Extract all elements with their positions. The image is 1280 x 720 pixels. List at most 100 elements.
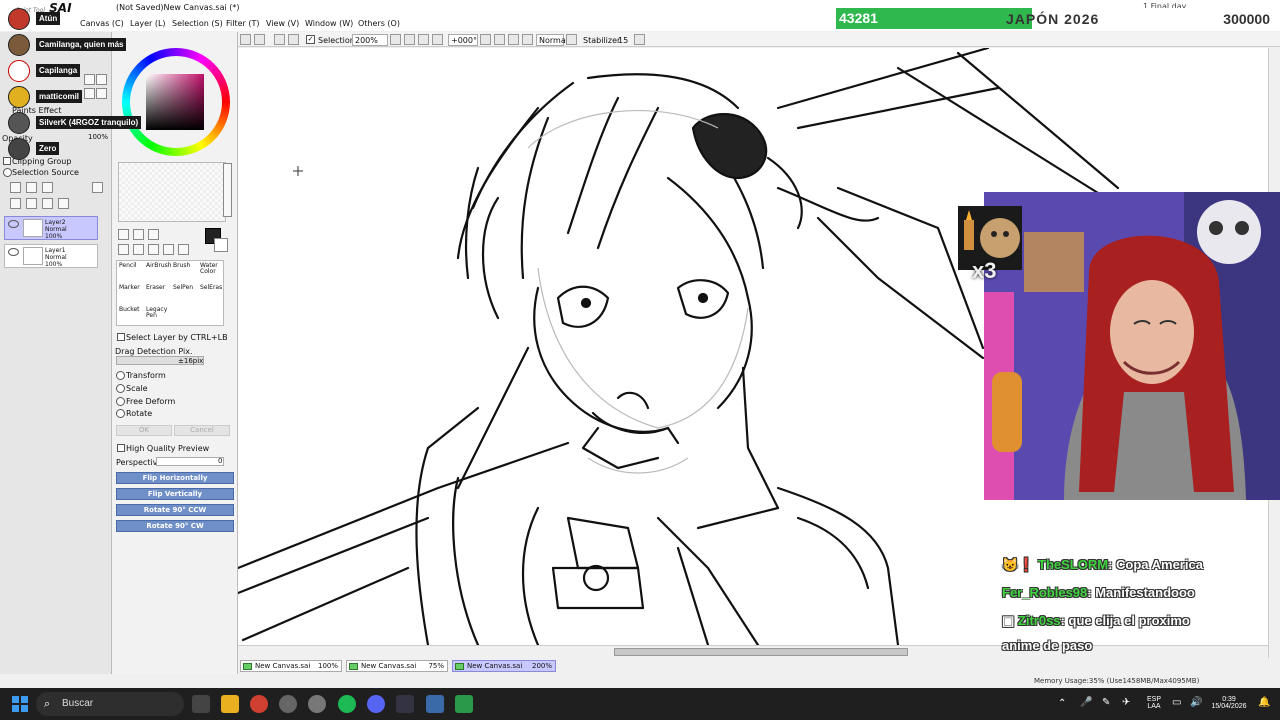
scratchpad[interactable] xyxy=(118,162,226,222)
eyedropper-icon[interactable] xyxy=(178,244,189,255)
scratchpad-scrollbar[interactable] xyxy=(223,163,232,217)
zoom-out-button[interactable] xyxy=(390,34,401,45)
high-quality-checkbox[interactable] xyxy=(117,444,125,452)
new-layer-set-icon[interactable] xyxy=(26,182,37,193)
flip-view-button[interactable] xyxy=(522,34,533,45)
scrollbar-thumb[interactable] xyxy=(614,648,908,656)
menu-canvas[interactable]: Canvas (C) xyxy=(80,19,124,28)
perspective-slider[interactable] xyxy=(156,457,224,466)
zoom-in-button[interactable] xyxy=(404,34,415,45)
color-wheel[interactable] xyxy=(122,48,230,156)
document-tab[interactable]: New Canvas.sai 100% xyxy=(240,660,342,672)
ok-button[interactable]: OK xyxy=(116,425,172,436)
deselect-button[interactable] xyxy=(274,34,285,45)
invert-selection-button[interactable] xyxy=(288,34,299,45)
settings-icon[interactable] xyxy=(279,695,297,713)
rotation-field[interactable]: +000° xyxy=(448,34,478,46)
clear-layer-icon[interactable] xyxy=(42,198,53,209)
menu-window[interactable]: Window (W) xyxy=(305,19,353,28)
redo-button[interactable] xyxy=(254,34,265,45)
hand-icon[interactable] xyxy=(163,244,174,255)
zoom-fit-button[interactable] xyxy=(418,34,429,45)
tool-pencil[interactable]: Pencil xyxy=(117,261,144,283)
app-icon[interactable] xyxy=(426,695,444,713)
secondary-color-swatch[interactable] xyxy=(214,238,228,252)
language-indicator[interactable]: ESP LAA xyxy=(1144,696,1164,710)
volume-icon[interactable]: 🔊 xyxy=(1190,697,1202,708)
obs-icon[interactable] xyxy=(308,695,326,713)
tool-legacy-pen[interactable]: Legacy Pen xyxy=(144,305,171,327)
menu-selection[interactable]: Selection (S) xyxy=(172,19,223,28)
stabilizer-value[interactable]: 15 xyxy=(618,36,628,45)
new-layer-icon[interactable] xyxy=(10,182,21,193)
menu-others[interactable]: Others (O) xyxy=(358,19,400,28)
tool-watercolor[interactable]: Water Color xyxy=(198,261,225,283)
clock[interactable]: 0:39 15/04/2026 xyxy=(1208,696,1250,710)
windows-start-icon[interactable] xyxy=(12,696,28,712)
display-icon[interactable]: ▭ xyxy=(1172,697,1181,708)
tool-marker[interactable]: Marker xyxy=(117,283,144,305)
tool-seleras[interactable]: SelEras xyxy=(198,283,225,305)
tool-selpen[interactable]: SelPen xyxy=(171,283,198,305)
scale-radio[interactable] xyxy=(116,384,125,393)
move-icon[interactable] xyxy=(118,244,129,255)
app-icon[interactable] xyxy=(396,695,414,713)
horizontal-scrollbar[interactable] xyxy=(238,645,1268,657)
panel-button[interactable] xyxy=(96,74,107,85)
select-layer-checkbox[interactable] xyxy=(117,333,125,341)
rotate-radio[interactable] xyxy=(116,409,125,418)
selection-checkbox[interactable]: ✓ xyxy=(306,35,315,44)
discord-icon[interactable] xyxy=(367,695,385,713)
magic-wand-icon[interactable] xyxy=(148,229,159,240)
task-view-icon[interactable] xyxy=(192,695,210,713)
menu-view[interactable]: View (V) xyxy=(266,19,299,28)
folder-icon[interactable] xyxy=(42,182,53,193)
transfer-down-icon[interactable] xyxy=(10,198,21,209)
tool-airbrush[interactable]: AirBrush xyxy=(144,261,172,283)
panel-button[interactable] xyxy=(84,74,95,85)
eye-icon[interactable] xyxy=(8,220,19,228)
tool-eraser[interactable]: Eraser xyxy=(144,283,171,305)
flip-horizontally-button[interactable]: Flip Horizontally xyxy=(116,472,234,484)
tool-brush[interactable]: Brush xyxy=(171,261,198,283)
eye-icon[interactable] xyxy=(8,248,19,256)
chrome-icon[interactable] xyxy=(250,695,268,713)
rotate-right-button[interactable] xyxy=(494,34,505,45)
blend-mode-dropdown[interactable] xyxy=(566,34,577,45)
merge-down-icon[interactable] xyxy=(26,198,37,209)
taskbar-search[interactable]: ⌕ Buscar xyxy=(36,692,184,716)
color-saturation-square[interactable] xyxy=(146,74,204,130)
clipping-group-checkbox[interactable] xyxy=(3,157,11,165)
transform-radio[interactable] xyxy=(116,371,125,380)
paint-tool-sai-icon[interactable] xyxy=(455,695,473,713)
zoom-field[interactable]: 200% xyxy=(352,34,388,46)
blend-mode-select[interactable]: Normal xyxy=(536,34,568,46)
rotate-left-button[interactable] xyxy=(480,34,491,45)
layer-row[interactable]: Layer1 Normal 100% xyxy=(4,244,98,268)
lasso-icon[interactable] xyxy=(133,229,144,240)
flip-vertically-button[interactable]: Flip Vertically xyxy=(116,488,234,500)
opacity-value[interactable]: 100% xyxy=(88,133,108,141)
tray-chevron-icon[interactable]: ⌃ xyxy=(1058,698,1066,709)
select-rect-icon[interactable] xyxy=(118,229,129,240)
document-tab[interactable]: New Canvas.sai 75% xyxy=(346,660,448,672)
panel-button[interactable] xyxy=(96,88,107,99)
free-deform-radio[interactable] xyxy=(116,397,125,406)
rotate-ccw-button[interactable]: Rotate 90° CCW xyxy=(116,504,234,516)
stabilizer-dropdown[interactable] xyxy=(634,34,645,45)
pen-icon[interactable]: ✎ xyxy=(1102,697,1110,708)
microphone-icon[interactable]: 🎤 xyxy=(1080,697,1092,708)
cancel-button[interactable]: Cancel xyxy=(174,425,230,436)
menu-filter[interactable]: Filter (T) xyxy=(226,19,259,28)
spotify-icon[interactable] xyxy=(338,695,356,713)
network-icon[interactable]: ✈ xyxy=(1122,697,1130,708)
notification-icon[interactable]: 🔔 xyxy=(1258,697,1270,708)
delete-layer-icon[interactable] xyxy=(58,198,69,209)
close-panel-icon[interactable] xyxy=(92,182,103,193)
zoom-reset-button[interactable] xyxy=(432,34,443,45)
document-tab-active[interactable]: New Canvas.sai 200% xyxy=(452,660,556,672)
tool-bucket[interactable]: Bucket xyxy=(117,305,144,327)
menu-layer[interactable]: Layer (L) xyxy=(130,19,166,28)
undo-button[interactable] xyxy=(240,34,251,45)
layer-row[interactable]: Layer2 Normal 100% xyxy=(4,216,98,240)
